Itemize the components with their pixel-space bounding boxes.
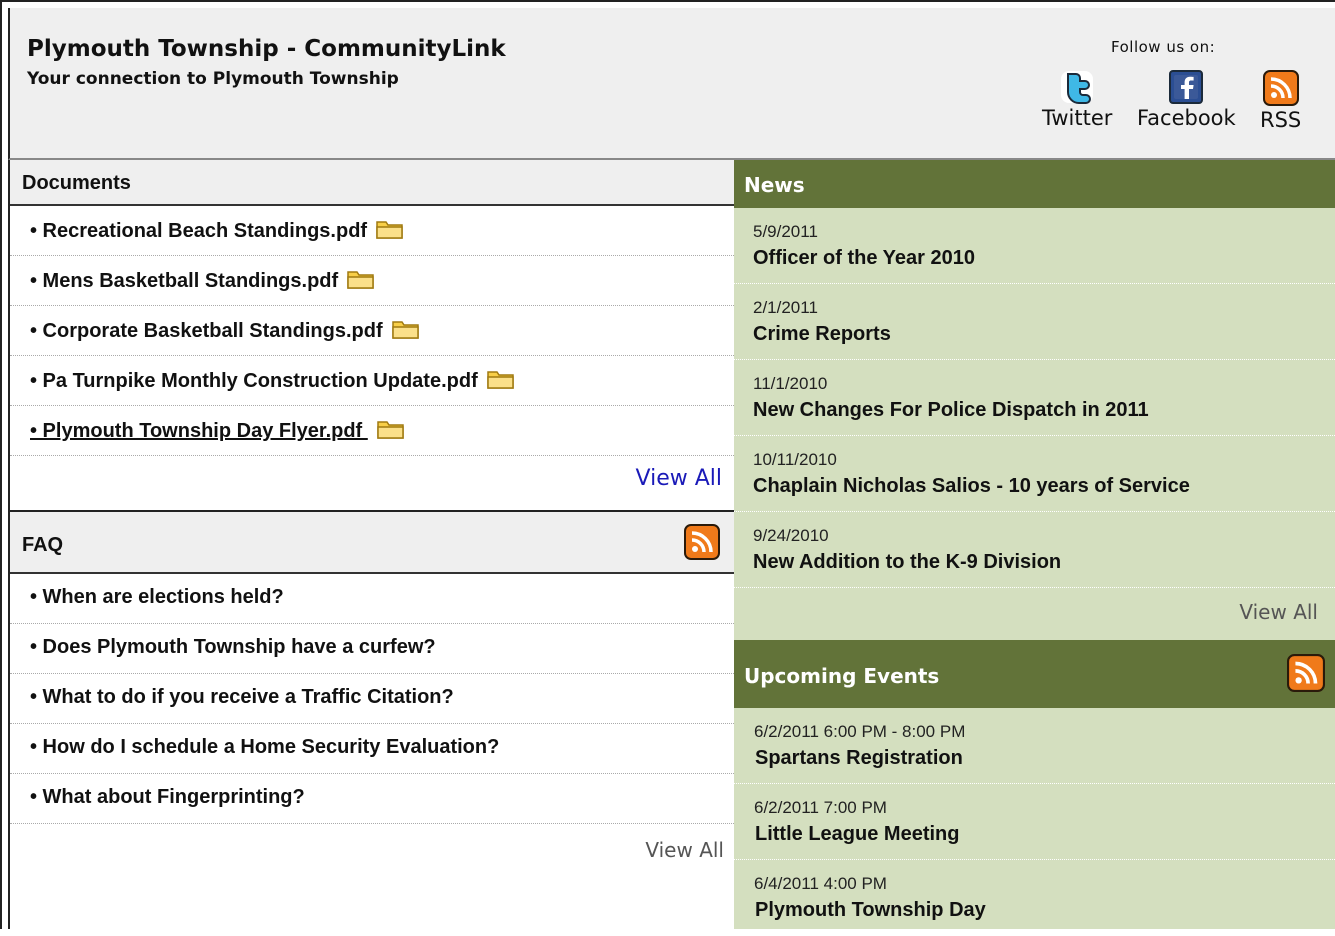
right-column: News 5/9/2011 Officer of the Year 2010 2… xyxy=(734,160,1335,936)
news-item-link[interactable]: Crime Reports xyxy=(753,323,891,346)
document-label[interactable]: • Mens Basketball Standings.pdf xyxy=(30,270,338,292)
site-title: Plymouth Township - CommunityLink xyxy=(27,36,506,62)
event-date: 6/2/2011 7:00 PM xyxy=(754,798,887,817)
facebook-link[interactable]: Facebook xyxy=(1137,70,1236,130)
faq-header: FAQ xyxy=(10,510,734,574)
twitter-label: Twitter xyxy=(1042,106,1113,130)
folder-icon[interactable] xyxy=(376,418,406,440)
list-item: • What about Fingerprinting? xyxy=(10,774,734,824)
event-date: 6/4/2011 4:00 PM xyxy=(754,874,887,893)
rss-link[interactable]: RSS xyxy=(1260,70,1301,132)
document-link[interactable]: • Corporate Basketball Standings.pdf xyxy=(30,318,421,343)
list-item: • Corporate Basketball Standings.pdf xyxy=(10,306,734,356)
events-list: 6/2/2011 6:00 PM - 8:00 PM Spartans Regi… xyxy=(734,708,1335,936)
event-item-link[interactable]: Plymouth Township Day xyxy=(755,899,986,922)
news-item-link[interactable]: Chaplain Nicholas Salios - 10 years of S… xyxy=(753,475,1190,498)
news-header: News xyxy=(734,160,1335,208)
documents-header: Documents xyxy=(10,160,734,206)
folder-icon[interactable] xyxy=(375,218,405,240)
site-subtitle: Your connection to Plymouth Township xyxy=(27,69,399,89)
faq-link[interactable]: • When are elections held? xyxy=(30,586,284,609)
document-link[interactable]: • Pa Turnpike Monthly Construction Updat… xyxy=(30,368,516,393)
documents-list: • Recreational Beach Standings.pdf • Men… xyxy=(10,206,734,456)
event-date: 6/2/2011 6:00 PM - 8:00 PM xyxy=(754,722,966,741)
faq-link[interactable]: • What to do if you receive a Traffic Ci… xyxy=(30,686,454,709)
twitter-icon xyxy=(1061,71,1094,104)
list-item: 9/24/2010 New Addition to the K-9 Divisi… xyxy=(734,512,1335,588)
news-date: 10/11/2010 xyxy=(753,450,837,469)
facebook-label: Facebook xyxy=(1137,106,1236,130)
follow-us-label: Follow us on: xyxy=(1111,38,1216,56)
faq-view-all-link[interactable]: View All xyxy=(645,838,724,862)
site-header: Plymouth Township - CommunityLink Your c… xyxy=(8,8,1335,160)
list-item: • How do I schedule a Home Security Eval… xyxy=(10,724,734,774)
left-column: Documents • Recreational Beach Standings… xyxy=(8,160,734,929)
list-item: • Mens Basketball Standings.pdf xyxy=(10,256,734,306)
list-item: • Plymouth Township Day Flyer.pdf xyxy=(10,406,734,456)
faq-link[interactable]: • How do I schedule a Home Security Eval… xyxy=(30,736,499,759)
twitter-link[interactable]: Twitter xyxy=(1042,70,1112,130)
document-link[interactable]: • Plymouth Township Day Flyer.pdf xyxy=(30,418,406,443)
facebook-icon xyxy=(1169,70,1204,104)
faq-footer: View All xyxy=(10,824,734,878)
news-date: 5/9/2011 xyxy=(753,222,818,241)
rss-label: RSS xyxy=(1260,108,1302,132)
list-item: • Pa Turnpike Monthly Construction Updat… xyxy=(10,356,734,406)
news-title: News xyxy=(744,173,805,197)
list-item: 5/9/2011 Officer of the Year 2010 xyxy=(734,208,1335,284)
news-date: 2/1/2011 xyxy=(753,298,818,317)
document-label[interactable]: • Recreational Beach Standings.pdf xyxy=(30,220,367,242)
list-item: • What to do if you receive a Traffic Ci… xyxy=(10,674,734,724)
list-item: 6/2/2011 6:00 PM - 8:00 PM Spartans Regi… xyxy=(734,708,1335,784)
rss-icon[interactable] xyxy=(1287,654,1325,692)
faq-list: • When are elections held? • Does Plymou… xyxy=(10,574,734,824)
list-item: • Does Plymouth Township have a curfew? xyxy=(10,624,734,674)
news-item-link[interactable]: Officer of the Year 2010 xyxy=(753,247,975,270)
folder-icon[interactable] xyxy=(486,368,516,390)
document-label[interactable]: • Plymouth Township Day Flyer.pdf xyxy=(30,420,368,442)
event-item-link[interactable]: Little League Meeting xyxy=(755,823,959,846)
events-title: Upcoming Events xyxy=(744,664,940,688)
news-view-all-link[interactable]: View All xyxy=(1239,600,1318,624)
document-label[interactable]: • Corporate Basketball Standings.pdf xyxy=(30,320,383,342)
folder-icon[interactable] xyxy=(391,318,421,340)
documents-footer: View All xyxy=(10,456,734,510)
faq-link[interactable]: • Does Plymouth Township have a curfew? xyxy=(30,636,436,659)
news-date: 9/24/2010 xyxy=(753,526,829,545)
list-item: 2/1/2011 Crime Reports xyxy=(734,284,1335,360)
folder-icon[interactable] xyxy=(346,268,376,290)
news-item-link[interactable]: New Addition to the K-9 Division xyxy=(753,551,1061,574)
news-footer: View All xyxy=(734,588,1335,640)
document-label[interactable]: • Pa Turnpike Monthly Construction Updat… xyxy=(30,370,478,392)
list-item: 6/4/2011 4:00 PM Plymouth Township Day xyxy=(734,860,1335,936)
documents-title: Documents xyxy=(22,172,131,194)
list-item: • When are elections held? xyxy=(10,574,734,624)
document-link[interactable]: • Mens Basketball Standings.pdf xyxy=(30,268,376,293)
rss-icon[interactable] xyxy=(684,524,720,560)
list-item: 10/11/2010 Chaplain Nicholas Salios - 10… xyxy=(734,436,1335,512)
news-list: 5/9/2011 Officer of the Year 2010 2/1/20… xyxy=(734,208,1335,588)
list-item: 11/1/2010 New Changes For Police Dispatc… xyxy=(734,360,1335,436)
rss-icon xyxy=(1262,70,1299,106)
events-header: Upcoming Events xyxy=(734,640,1335,708)
list-item: • Recreational Beach Standings.pdf xyxy=(10,206,734,256)
faq-link[interactable]: • What about Fingerprinting? xyxy=(30,786,305,809)
news-date: 11/1/2010 xyxy=(753,374,828,393)
news-item-link[interactable]: New Changes For Police Dispatch in 2011 xyxy=(753,399,1149,422)
faq-title: FAQ xyxy=(22,534,64,556)
document-link[interactable]: • Recreational Beach Standings.pdf xyxy=(30,218,405,243)
event-item-link[interactable]: Spartans Registration xyxy=(755,747,963,770)
list-item: 6/2/2011 7:00 PM Little League Meeting xyxy=(734,784,1335,860)
documents-view-all-link[interactable]: View All xyxy=(636,466,722,491)
